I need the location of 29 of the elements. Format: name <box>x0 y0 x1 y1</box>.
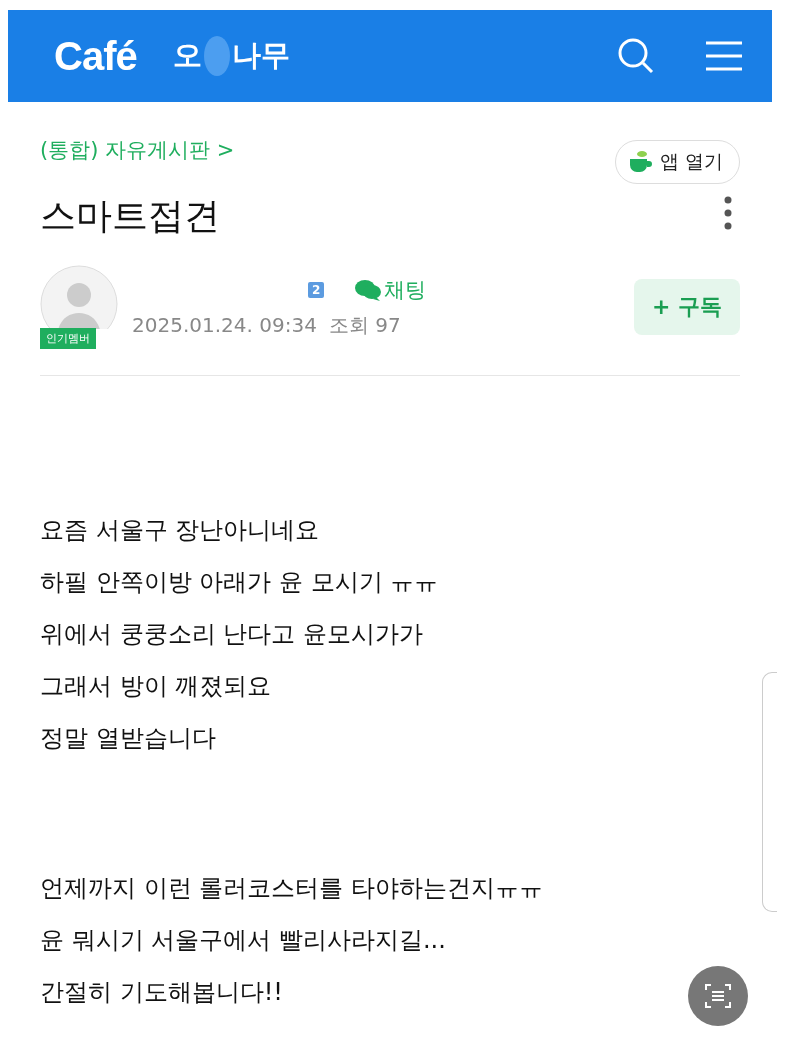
subscribe-button[interactable]: + 구독 <box>634 279 740 335</box>
menu-icon[interactable] <box>706 41 742 71</box>
open-app-button[interactable]: 앱 열기 <box>614 140 740 184</box>
level-badge: 2 <box>308 281 325 298</box>
board-link[interactable]: (통합) 자유게시판 > <box>40 136 235 164</box>
search-icon[interactable] <box>616 36 656 76</box>
post-date: 2025.01.24. 09:34 <box>132 313 317 337</box>
view-count: 조회 97 <box>328 311 401 339</box>
cafe-name[interactable]: 나무 <box>231 36 290 76</box>
post-text-line: 하필 안쪽이방 아래가 윤 모시기 ㅠㅠ <box>40 567 439 598</box>
post-text-line: 위에서 쿵쿵소리 난다고 윤모시가가 <box>40 619 423 650</box>
cafe-name[interactable]: 오 <box>172 36 202 76</box>
member-badge: 인기멤버 <box>40 328 96 349</box>
post-text-line: 정말 열받습니다 <box>40 723 216 754</box>
scan-text-icon <box>704 982 732 1010</box>
chat-link[interactable]: 채팅 <box>354 275 427 304</box>
post-text-line: 간절히 기도해봅니다!! <box>40 977 283 1008</box>
scroll-handle[interactable] <box>762 672 777 912</box>
text-scan-button[interactable] <box>688 966 748 1026</box>
cafe-logo[interactable]: Café <box>54 33 137 79</box>
blur-patch <box>203 36 230 76</box>
more-icon[interactable] <box>724 195 732 230</box>
cup-icon <box>627 150 654 174</box>
post-text-line: 윤 뭐시기 서울구에서 빨리사라지길... <box>40 925 446 956</box>
post-text-line: 그래서 방이 깨졌되요 <box>40 671 272 702</box>
chat-bubbles-icon <box>354 278 383 301</box>
post-title: 스마트접견 <box>40 194 220 238</box>
post-text-line: 요즘 서울구 장난아니네요 <box>40 515 320 546</box>
post-text-line: 언제까지 이런 롤러코스터를 타야하는건지ㅠㅠ <box>40 873 543 904</box>
